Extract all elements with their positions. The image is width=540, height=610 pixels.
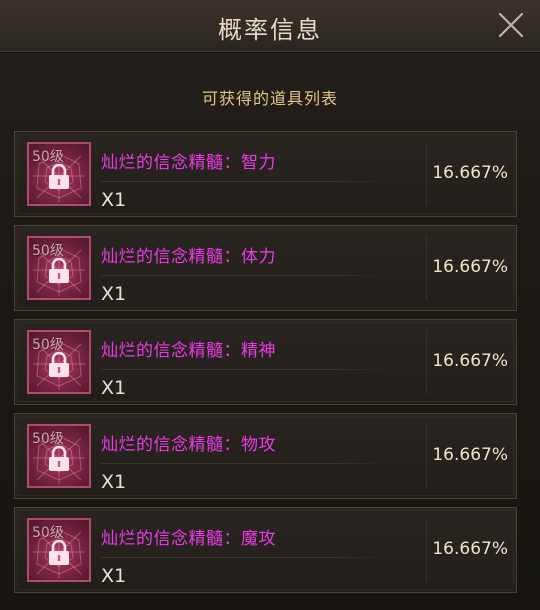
column-separator bbox=[426, 518, 427, 582]
column-separator bbox=[426, 236, 427, 300]
item-quantity: X1 bbox=[101, 565, 127, 587]
item-slot[interactable]: 50级 bbox=[27, 424, 91, 488]
lock-icon bbox=[49, 258, 69, 283]
item-level-badge: 50级 bbox=[32, 337, 64, 353]
list-item: 50级 灿烂的信念精髓：魔攻 X1 16.667% bbox=[14, 507, 517, 593]
probability-dialog: 概率信息 可获得的道具列表 50级 灿烂的信念精髓：智力 X1 16.667% … bbox=[0, 0, 540, 610]
item-probability: 16.667% bbox=[432, 163, 508, 183]
item-name: 灿烂的信念精髓：物攻 bbox=[101, 435, 276, 455]
item-level-badge: 50级 bbox=[32, 525, 64, 541]
column-separator bbox=[426, 424, 427, 488]
list-item: 50级 灿烂的信念精髓：物攻 X1 16.667% bbox=[14, 413, 517, 499]
list-item: 50级 灿烂的信念精髓：精神 X1 16.667% bbox=[14, 319, 517, 405]
item-quantity: X1 bbox=[101, 471, 127, 493]
item-list: 50级 灿烂的信念精髓：智力 X1 16.667% 50级 灿烂的信念精髓：体力… bbox=[14, 131, 519, 601]
list-item: 50级 灿烂的信念精髓：体力 X1 16.667% bbox=[14, 225, 517, 311]
title-bar: 概率信息 bbox=[0, 0, 540, 53]
item-level-badge: 50级 bbox=[32, 149, 64, 165]
item-quantity: X1 bbox=[101, 377, 127, 399]
item-slot[interactable]: 50级 bbox=[27, 330, 91, 394]
lock-icon bbox=[49, 352, 69, 377]
item-name: 灿烂的信念精髓：智力 bbox=[101, 153, 276, 173]
item-level-badge: 50级 bbox=[32, 243, 64, 259]
row-divider bbox=[101, 463, 391, 464]
lock-icon bbox=[49, 540, 69, 565]
column-separator bbox=[426, 142, 427, 206]
row-divider bbox=[101, 181, 391, 182]
item-probability: 16.667% bbox=[432, 257, 508, 277]
column-separator bbox=[426, 330, 427, 394]
item-slot[interactable]: 50级 bbox=[27, 236, 91, 300]
lock-icon bbox=[49, 446, 69, 471]
lock-icon bbox=[49, 164, 69, 189]
row-divider bbox=[101, 557, 391, 558]
list-item: 50级 灿烂的信念精髓：智力 X1 16.667% bbox=[14, 131, 517, 217]
row-divider bbox=[101, 369, 391, 370]
item-slot[interactable]: 50级 bbox=[27, 518, 91, 582]
item-probability: 16.667% bbox=[432, 351, 508, 371]
item-name: 灿烂的信念精髓：魔攻 bbox=[101, 529, 276, 549]
close-icon bbox=[498, 12, 524, 38]
row-divider bbox=[101, 275, 391, 276]
item-quantity: X1 bbox=[101, 189, 127, 211]
item-name: 灿烂的信念精髓：体力 bbox=[101, 247, 276, 267]
item-slot[interactable]: 50级 bbox=[27, 142, 91, 206]
item-name: 灿烂的信念精髓：精神 bbox=[101, 341, 276, 361]
item-list-heading: 可获得的道具列表 bbox=[201, 89, 338, 108]
item-level-badge: 50级 bbox=[32, 431, 64, 447]
item-quantity: X1 bbox=[101, 283, 127, 305]
item-probability: 16.667% bbox=[432, 445, 508, 465]
dialog-title: 概率信息 bbox=[218, 16, 322, 44]
item-probability: 16.667% bbox=[432, 539, 508, 559]
close-button[interactable] bbox=[496, 10, 526, 40]
